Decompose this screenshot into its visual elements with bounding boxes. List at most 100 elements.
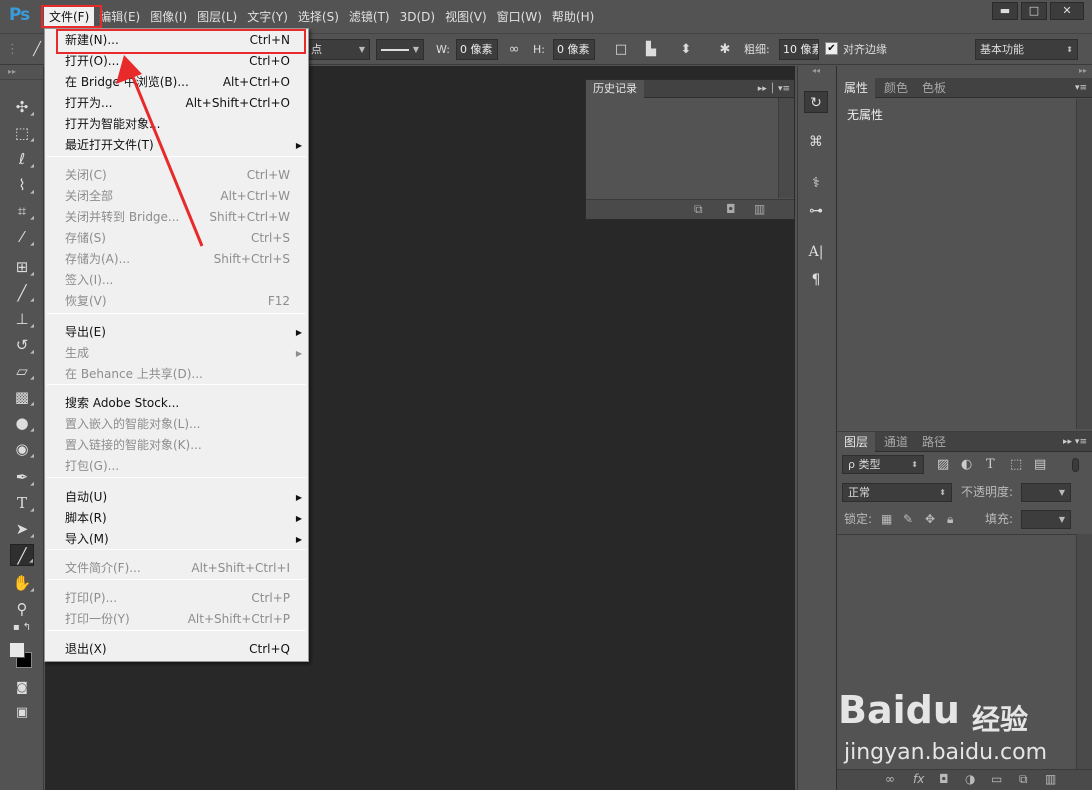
- file-menu-item-place-linked[interactable]: 置入链接的智能对象(K)...: [45, 435, 308, 456]
- hand-tool-icon[interactable]: ✋ ◢: [10, 572, 34, 594]
- file-menu-item-scripts[interactable]: 脚本(R) ▶: [45, 508, 308, 529]
- gear-icon[interactable]: ✱: [716, 39, 734, 60]
- quick-mask-icon[interactable]: ◙: [10, 676, 34, 698]
- brush-presets-icon[interactable]: ⚕: [804, 172, 828, 194]
- units-select[interactable]: 点 ▼: [306, 39, 370, 60]
- smart-object-filter-icon[interactable]: ▤: [1034, 455, 1046, 474]
- tab-paths[interactable]: 路径: [915, 432, 953, 452]
- clone-stamp-icon[interactable]: ⊥ ◢: [10, 308, 34, 330]
- file-menu-item-browse-in-bridge[interactable]: 在 Bridge 中浏览(B)... Alt+Ctrl+O: [45, 72, 308, 93]
- file-menu-item-save-as[interactable]: 存储为(A)... Shift+Ctrl+S: [45, 249, 308, 270]
- history-scrollbar[interactable]: [778, 98, 794, 198]
- lock-transparent-pixels-icon[interactable]: ▦: [881, 510, 892, 529]
- file-menu-item-print[interactable]: 打印(P)... Ctrl+P: [45, 588, 308, 609]
- tab-history[interactable]: 历史记录: [586, 80, 644, 98]
- file-menu-item-print-one-copy[interactable]: 打印一份(Y) Alt+Shift+Ctrl+P: [45, 609, 308, 630]
- right-panel-grip[interactable]: ▸▸: [837, 66, 1092, 78]
- blend-mode-select[interactable]: 正常 ⬍: [842, 483, 952, 502]
- tab-swatches[interactable]: 色板: [915, 78, 953, 98]
- lock-position-icon[interactable]: ✥: [925, 510, 935, 529]
- menu-layer[interactable]: 图层(L): [192, 6, 242, 28]
- maximize-button[interactable]: □: [1021, 2, 1047, 20]
- file-menu-item-check-in[interactable]: 签入(I)...: [45, 270, 308, 291]
- close-button[interactable]: ✕: [1050, 2, 1084, 20]
- file-menu-item-close-all[interactable]: 关闭全部 Alt+Ctrl+W: [45, 186, 308, 207]
- tab-layers[interactable]: 图层: [837, 432, 876, 452]
- opacity-input[interactable]: ▼: [1021, 483, 1071, 502]
- brush-tool-icon[interactable]: ╱ ◢: [10, 282, 34, 304]
- history-brush-icon[interactable]: ↺ ◢: [10, 334, 34, 356]
- path-select-icon[interactable]: ➤ ◢: [10, 518, 34, 540]
- lock-all-icon[interactable]: 🔒︎: [947, 510, 953, 529]
- panel-menu-icon[interactable]: ▸▸ ▾≡: [1063, 432, 1087, 452]
- screen-mode-icon[interactable]: ▣: [10, 702, 34, 724]
- file-menu-item-revert[interactable]: 恢复(V) F12: [45, 291, 308, 312]
- image-filter-icon[interactable]: ▨: [937, 455, 949, 474]
- width-input[interactable]: 0 像素: [456, 39, 498, 60]
- type-filter-icon[interactable]: T: [986, 455, 995, 474]
- height-input[interactable]: 0 像素: [553, 39, 595, 60]
- actions-panel-icon[interactable]: ⌘: [804, 131, 828, 153]
- menu-image[interactable]: 图像(I): [145, 6, 192, 28]
- file-menu-item-place-embedded[interactable]: 置入嵌入的智能对象(L)...: [45, 414, 308, 435]
- file-menu-item-share-on-behance[interactable]: 在 Behance 上共享(D)...: [45, 364, 308, 385]
- menu-type[interactable]: 文字(Y): [242, 6, 293, 28]
- file-menu-item-close-and-go-to-bridge[interactable]: 关闭并转到 Bridge... Shift+Ctrl+W: [45, 207, 308, 228]
- character-panel-icon[interactable]: A|: [804, 241, 828, 263]
- swap-colors-icon[interactable]: ▪ ↰: [10, 621, 34, 635]
- file-menu-item-search-adobe-stock[interactable]: 搜索 Adobe Stock...: [45, 393, 308, 414]
- link-icon[interactable]: ∞: [505, 39, 523, 60]
- shape-filter-icon[interactable]: ⬚: [1010, 455, 1022, 474]
- crop-tool-icon[interactable]: ⌗ ◢: [10, 200, 34, 222]
- layer-filter-select[interactable]: ρ 类型 ⬍: [842, 455, 924, 474]
- stroke-style-select[interactable]: ▼: [376, 39, 424, 60]
- path-arrangement-icon[interactable]: ⬍: [676, 39, 696, 60]
- file-menu-item-generate[interactable]: 生成 ▶: [45, 343, 308, 364]
- eyedropper-icon[interactable]: ⁄ ◢: [10, 226, 34, 248]
- menu-view[interactable]: 视图(V): [440, 6, 492, 28]
- filter-toggle[interactable]: [1072, 458, 1079, 472]
- quick-select-icon[interactable]: ⌇ ◢: [10, 174, 34, 196]
- fill-input[interactable]: ▼: [1021, 510, 1071, 529]
- new-document-from-state-icon[interactable]: ⧉: [694, 202, 703, 217]
- file-menu-item-export[interactable]: 导出(E) ▶: [45, 322, 308, 343]
- gradient-icon[interactable]: ▩ ◢: [10, 386, 34, 408]
- file-menu-item-close[interactable]: 关闭(C) Ctrl+W: [45, 165, 308, 186]
- history-panel-menu[interactable]: ▸▸ │ ▾≡: [758, 80, 790, 98]
- file-menu-item-save[interactable]: 存储(S) Ctrl+S: [45, 228, 308, 249]
- move-tool-icon[interactable]: ✣ ◢: [10, 96, 34, 118]
- marquee-tool-icon[interactable]: ⬚ ◢: [10, 122, 34, 144]
- camera-icon[interactable]: ◘: [726, 202, 736, 216]
- pen-tool-icon[interactable]: ✒ ◢: [10, 466, 34, 488]
- file-menu-item-file-info[interactable]: 文件简介(F)... Alt+Shift+Ctrl+I: [45, 558, 308, 579]
- foreground-color-swatch[interactable]: [9, 642, 25, 658]
- file-menu-item-exit[interactable]: 退出(X) Ctrl+Q: [45, 639, 308, 660]
- file-menu-item-import[interactable]: 导入(M) ▶: [45, 529, 308, 550]
- file-menu-item-open[interactable]: 打开(O)... Ctrl+O: [45, 51, 308, 72]
- dock-grip[interactable]: ◂◂: [798, 66, 834, 78]
- workspace-select[interactable]: 基本功能 ⬍: [975, 39, 1078, 60]
- panel-menu-icon[interactable]: ▾≡: [1075, 78, 1087, 98]
- line-tool-icon[interactable]: ╱ ◢: [10, 544, 34, 566]
- dodge-icon[interactable]: ◉ ◢: [10, 438, 34, 460]
- healing-brush-icon[interactable]: ⊞ ◢: [10, 256, 34, 278]
- file-menu-item-package[interactable]: 打包(G)...: [45, 456, 308, 477]
- minimize-button[interactable]: ▬: [992, 2, 1018, 20]
- file-menu-item-automate[interactable]: 自动(U) ▶: [45, 487, 308, 508]
- path-operations-icon[interactable]: □: [612, 39, 630, 60]
- menu-filter[interactable]: 滤镜(T): [344, 6, 395, 28]
- file-menu-item-open-as-smart-object[interactable]: 打开为智能对象...: [45, 114, 308, 135]
- zoom-tool-icon[interactable]: ⚲: [10, 598, 34, 620]
- lock-image-pixels-icon[interactable]: ✎: [903, 510, 913, 529]
- menu-3d[interactable]: 3D(D): [395, 6, 440, 28]
- blur-icon[interactable]: ● ◢: [10, 412, 34, 434]
- type-tool-icon[interactable]: T ◢: [10, 492, 34, 514]
- eraser-icon[interactable]: ▱ ◢: [10, 360, 34, 382]
- tab-channels[interactable]: 通道: [877, 432, 915, 452]
- tab-properties[interactable]: 属性: [837, 78, 876, 98]
- properties-scrollbar[interactable]: [1076, 99, 1092, 429]
- history-panel-icon[interactable]: ↻: [804, 91, 828, 113]
- align-edges-checkbox[interactable]: ✔: [825, 42, 838, 55]
- tab-color[interactable]: 颜色: [877, 78, 915, 98]
- lasso-tool-icon[interactable]: ℓ ◢: [10, 148, 34, 170]
